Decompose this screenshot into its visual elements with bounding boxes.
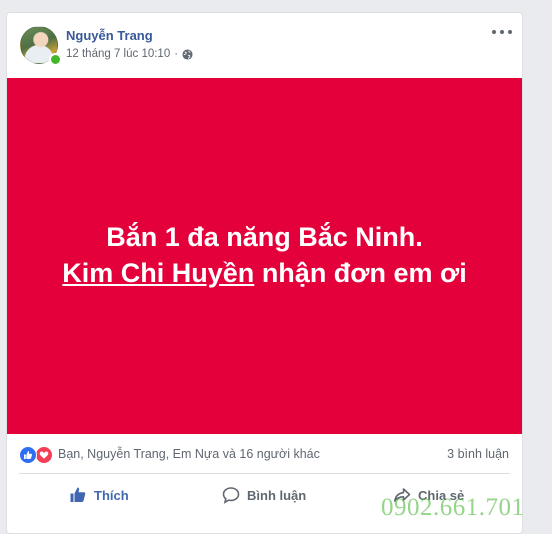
mention-link[interactable]: Kim Chi Huyền xyxy=(62,258,254,288)
comment-button[interactable]: Bình luận xyxy=(222,475,306,515)
like-icon[interactable] xyxy=(19,446,37,464)
comment-icon xyxy=(222,487,240,504)
author-name[interactable]: Nguyễn Trang xyxy=(66,28,153,43)
post-timestamp[interactable]: 12 tháng 7 lúc 10:10 xyxy=(66,48,170,60)
love-icon[interactable] xyxy=(35,446,53,464)
post-text-line1: Bắn 1 đa năng Bắc Ninh. xyxy=(106,222,423,252)
post-text: Bắn 1 đa năng Bắc Ninh. Kim Chi Huyền nh… xyxy=(7,219,522,291)
post-meta: 12 tháng 7 lúc 10:10 · xyxy=(66,48,193,60)
phone-watermark: 0902.661.701 xyxy=(381,494,525,521)
reactions-row: Bạn, Nguyễn Trang, Em Nựa và 16 người kh… xyxy=(7,434,522,470)
thumbs-up-icon xyxy=(70,487,86,502)
more-options-icon[interactable] xyxy=(492,26,512,38)
post-header: Nguyễn Trang 12 tháng 7 lúc 10:10 · xyxy=(7,13,522,77)
reactions-summary[interactable]: Bạn, Nguyễn Trang, Em Nựa và 16 người kh… xyxy=(58,447,320,461)
comment-label: Bình luận xyxy=(247,487,307,503)
online-status-icon xyxy=(49,53,62,66)
comments-count[interactable]: 3 bình luận xyxy=(447,447,509,461)
divider xyxy=(19,473,510,474)
post-text-line2: Kim Chi Huyền nhận đơn em ơi xyxy=(7,255,522,291)
meta-separator: · xyxy=(174,48,179,60)
like-button[interactable]: Thích xyxy=(69,475,129,515)
post-text-line2-rest: nhận đơn em ơi xyxy=(254,258,467,288)
post-card: Nguyễn Trang 12 tháng 7 lúc 10:10 · Bắn … xyxy=(6,12,523,534)
like-label: Thích xyxy=(94,487,129,503)
globe-icon[interactable] xyxy=(182,48,193,60)
post-background: Bắn 1 đa năng Bắc Ninh. Kim Chi Huyền nh… xyxy=(7,78,522,434)
